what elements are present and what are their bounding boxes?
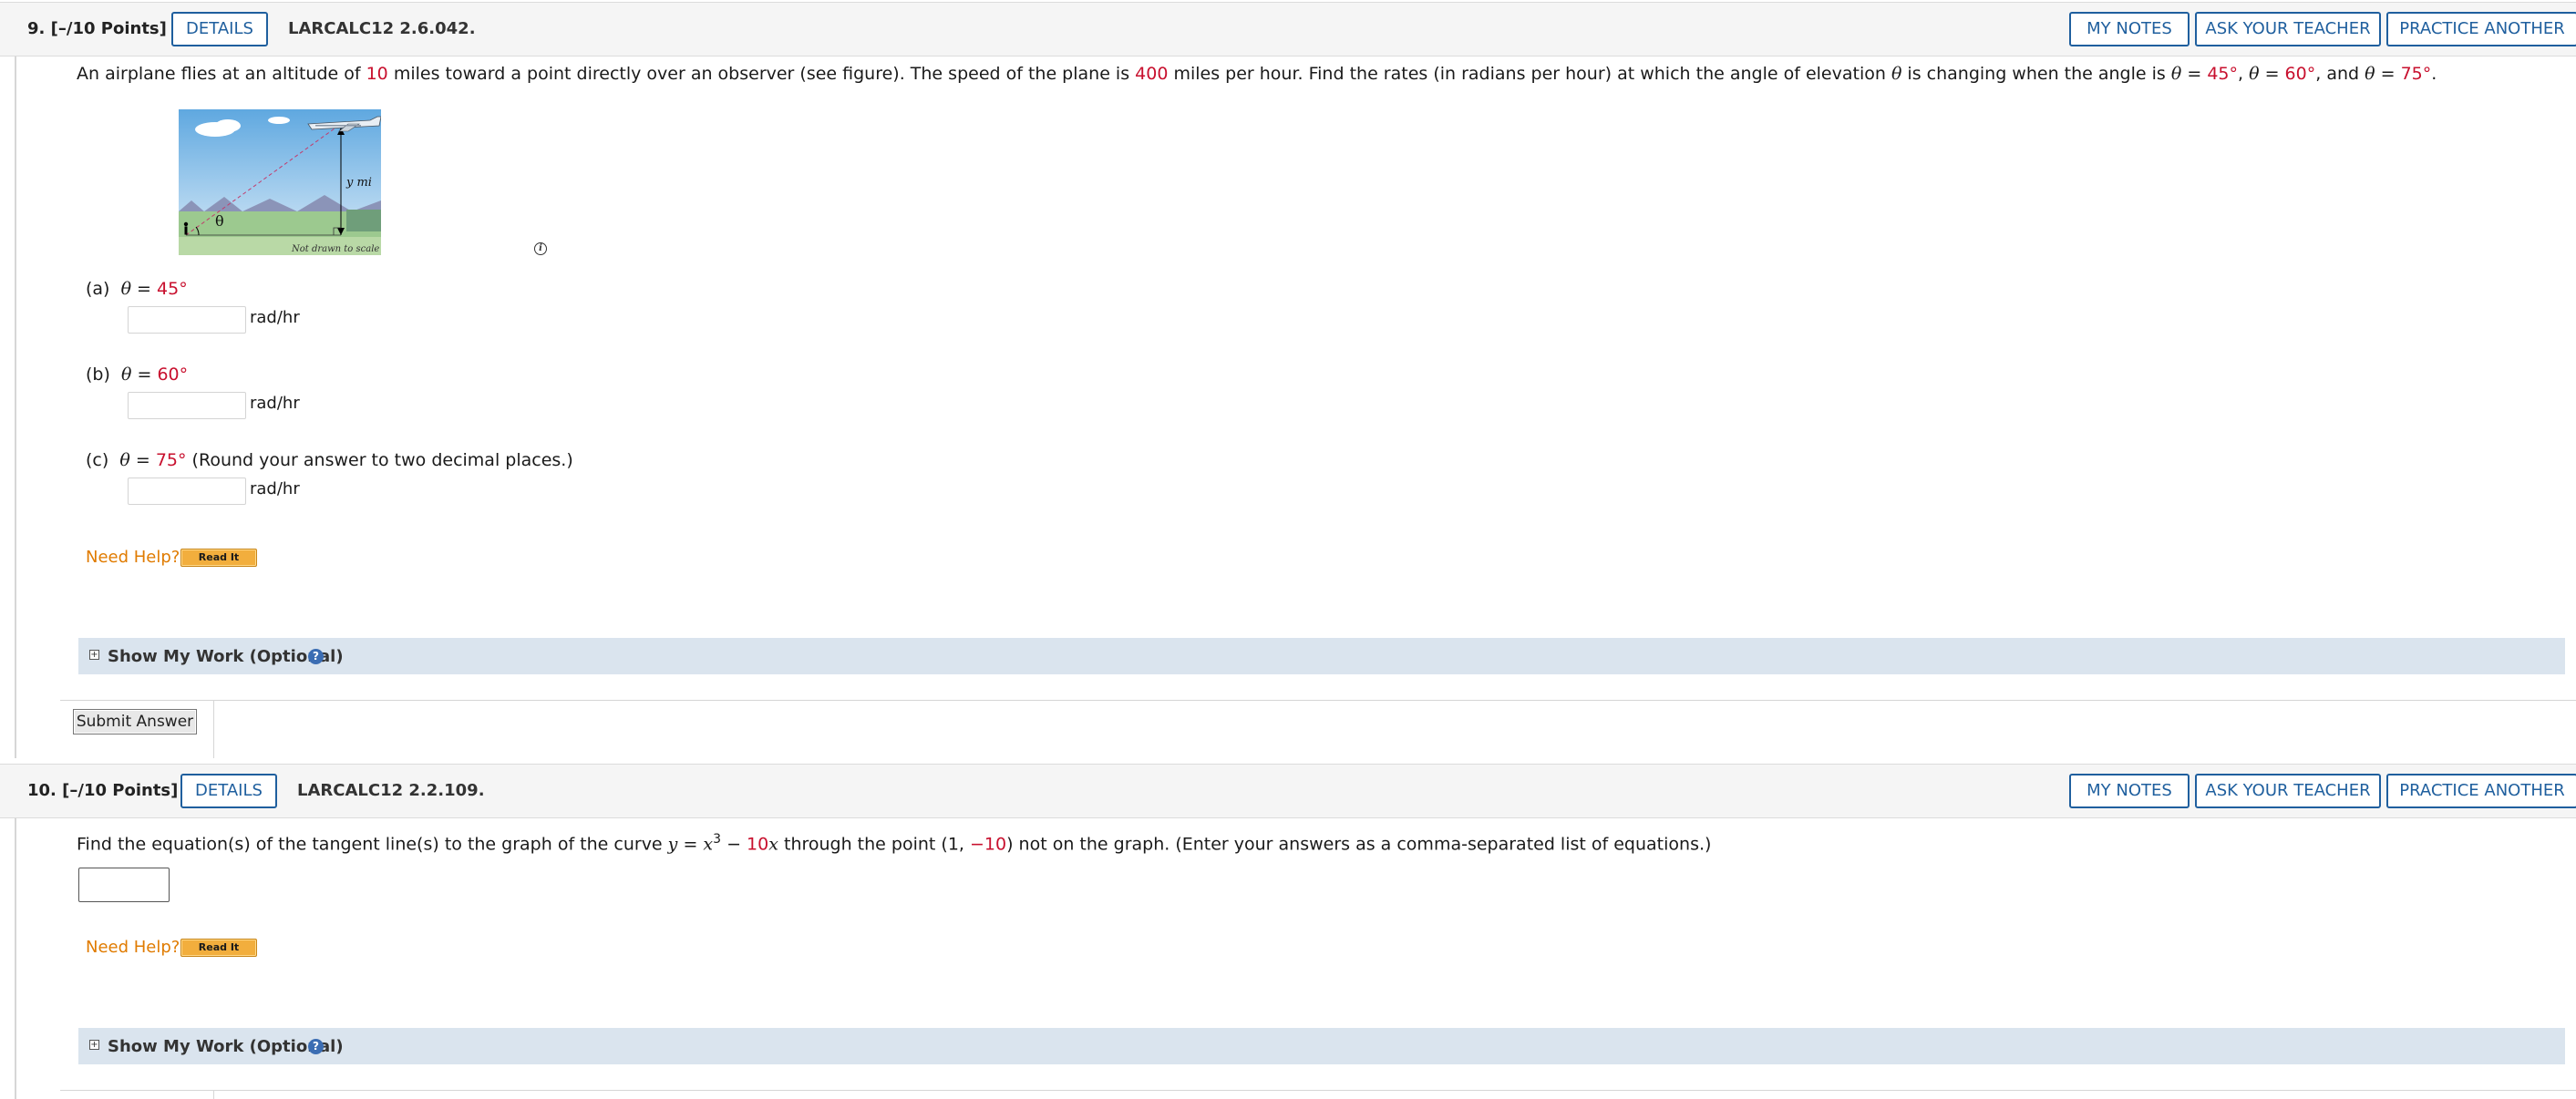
my-notes-button[interactable]: MY NOTES [2069,774,2190,808]
details-button[interactable]: DETAILS [171,12,268,46]
practice-another-button[interactable]: PRACTICE ANOTHER [2386,12,2576,46]
question-reference: LARCALC12 2.6.042. [288,19,476,38]
tangent-equations-input[interactable] [78,868,170,902]
part-c-answer-input[interactable] [128,478,246,505]
part-c-label: (c) θ = 75° (Round your answer to two de… [86,450,573,470]
expand-toggle-icon[interactable]: + [89,650,99,660]
part-b-answer-input[interactable] [128,392,246,419]
part-b-unit: rad/hr [250,394,300,413]
need-help-label: Need Help? [86,938,180,957]
cloud [215,119,241,132]
help-icon[interactable]: ? [308,1039,324,1054]
read-it-button[interactable]: Read It [180,549,257,567]
building [346,210,381,231]
ask-your-teacher-button[interactable]: ASK YOUR TEACHER [2195,774,2381,808]
question-10-header: 10. [–/10 Points] DETAILS LARCALC12 2.2.… [0,764,2576,818]
question-number: 10. [–/10 Points] [27,781,179,800]
submit-area-box [60,1090,214,1099]
need-help-label: Need Help? [86,548,180,567]
question-9-header: 9. [–/10 Points] DETAILS LARCALC12 2.6.0… [0,2,2576,56]
ask-your-teacher-button[interactable]: ASK YOUR TEACHER [2195,12,2381,46]
submit-area-divider [60,700,2576,701]
submit-area-divider [60,1090,2576,1091]
read-it-button[interactable]: Read It [180,939,257,957]
part-a-answer-input[interactable] [128,306,246,334]
part-b-label: (b) θ = 60° [86,365,189,385]
y-mi-label: y mi [345,176,372,190]
question-reference: LARCALC12 2.2.109. [297,781,485,800]
cloud [268,117,290,124]
theta-label: θ [215,212,224,230]
show-my-work-panel[interactable]: + Show My Work (Optional) ? [78,1028,2565,1064]
question-10-prompt: Find the equation(s) of the tangent line… [77,832,1712,855]
show-my-work-panel[interactable]: + Show My Work (Optional) ? [78,638,2565,674]
details-button[interactable]: DETAILS [180,774,277,808]
part-a-label: (a) θ = 45° [86,279,188,299]
question-9-prompt: An airplane flies at an altitude of 10 m… [77,64,2437,84]
part-a-unit: rad/hr [250,308,300,327]
figure-info-icon[interactable]: i [534,242,547,255]
part-c-unit: rad/hr [250,479,300,498]
not-drawn-to-scale-caption: Not drawn to scale [291,244,379,254]
submit-answer-button[interactable]: Submit Answer [73,709,197,734]
airplane-figure: y mi θ Not drawn to scale [179,109,381,255]
expand-toggle-icon[interactable]: + [89,1040,99,1050]
practice-another-button[interactable]: PRACTICE ANOTHER [2386,774,2576,808]
help-icon[interactable]: ? [308,649,324,664]
question-number: 9. [–/10 Points] [27,19,167,38]
my-notes-button[interactable]: MY NOTES [2069,12,2190,46]
